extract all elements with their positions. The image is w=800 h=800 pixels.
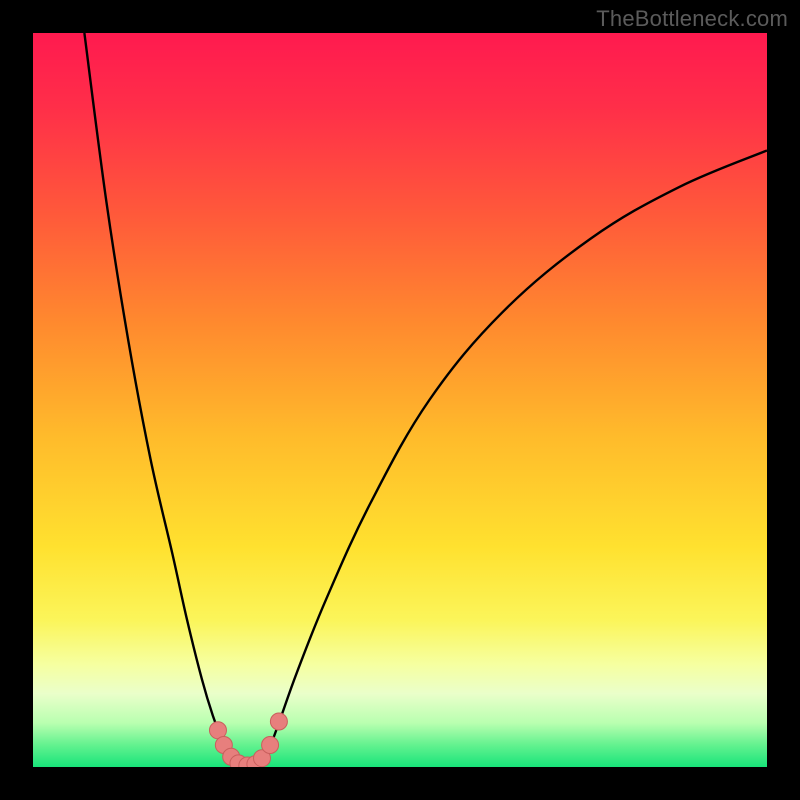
valley-marker [270, 713, 287, 730]
plot-area [33, 33, 767, 767]
outer-frame: TheBottleneck.com [0, 0, 800, 800]
chart-curves [33, 33, 767, 767]
curve-left-branch [84, 33, 238, 767]
watermark-text: TheBottleneck.com [596, 6, 788, 32]
valley-marker [262, 736, 279, 753]
valley-markers [209, 713, 287, 767]
curve-right-branch [261, 150, 767, 767]
